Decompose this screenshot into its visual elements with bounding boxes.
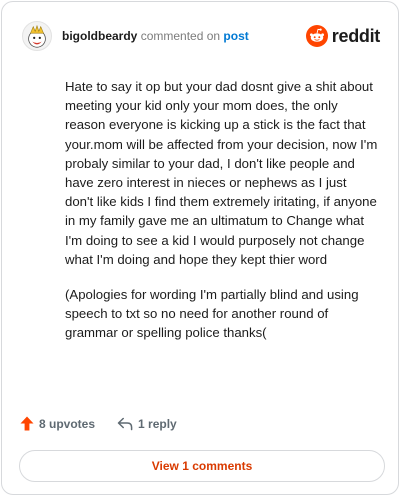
- comment-card: bigoldbeardy commented on post reddit Ha…: [1, 1, 399, 495]
- post-link[interactable]: post: [223, 29, 248, 43]
- upvote-count: 8 upvotes: [39, 416, 96, 431]
- avatar[interactable]: [22, 21, 52, 51]
- comment-meta: bigoldbeardy commented on post: [62, 29, 249, 43]
- reddit-wordmark: reddit: [331, 25, 381, 46]
- avatar-image: [28, 24, 46, 48]
- reddit-logo-icon: [305, 25, 328, 47]
- comment-paragraph-2: (Apologies for wording I'm partially bli…: [65, 287, 359, 341]
- reply-button[interactable]: 1 reply: [117, 417, 177, 431]
- comment-header: bigoldbeardy commented on post reddit: [22, 19, 380, 53]
- upvote-icon: [20, 416, 34, 431]
- reddit-brand[interactable]: reddit: [305, 25, 381, 47]
- comment-paragraph-1: Hate to say it op but your dad dosnt giv…: [65, 79, 378, 267]
- action-text: commented on: [140, 29, 221, 43]
- reply-icon: [117, 417, 133, 430]
- username[interactable]: bigoldbeardy: [62, 29, 137, 43]
- comment-body: Hate to say it op but your dad dosnt giv…: [65, 77, 378, 359]
- reply-count: 1 reply: [138, 416, 177, 431]
- upvote-button[interactable]: 8 upvotes: [20, 416, 95, 431]
- view-comments-button[interactable]: View 1 comments: [19, 450, 385, 482]
- comment-actions: 8 upvotes 1 reply: [20, 416, 177, 431]
